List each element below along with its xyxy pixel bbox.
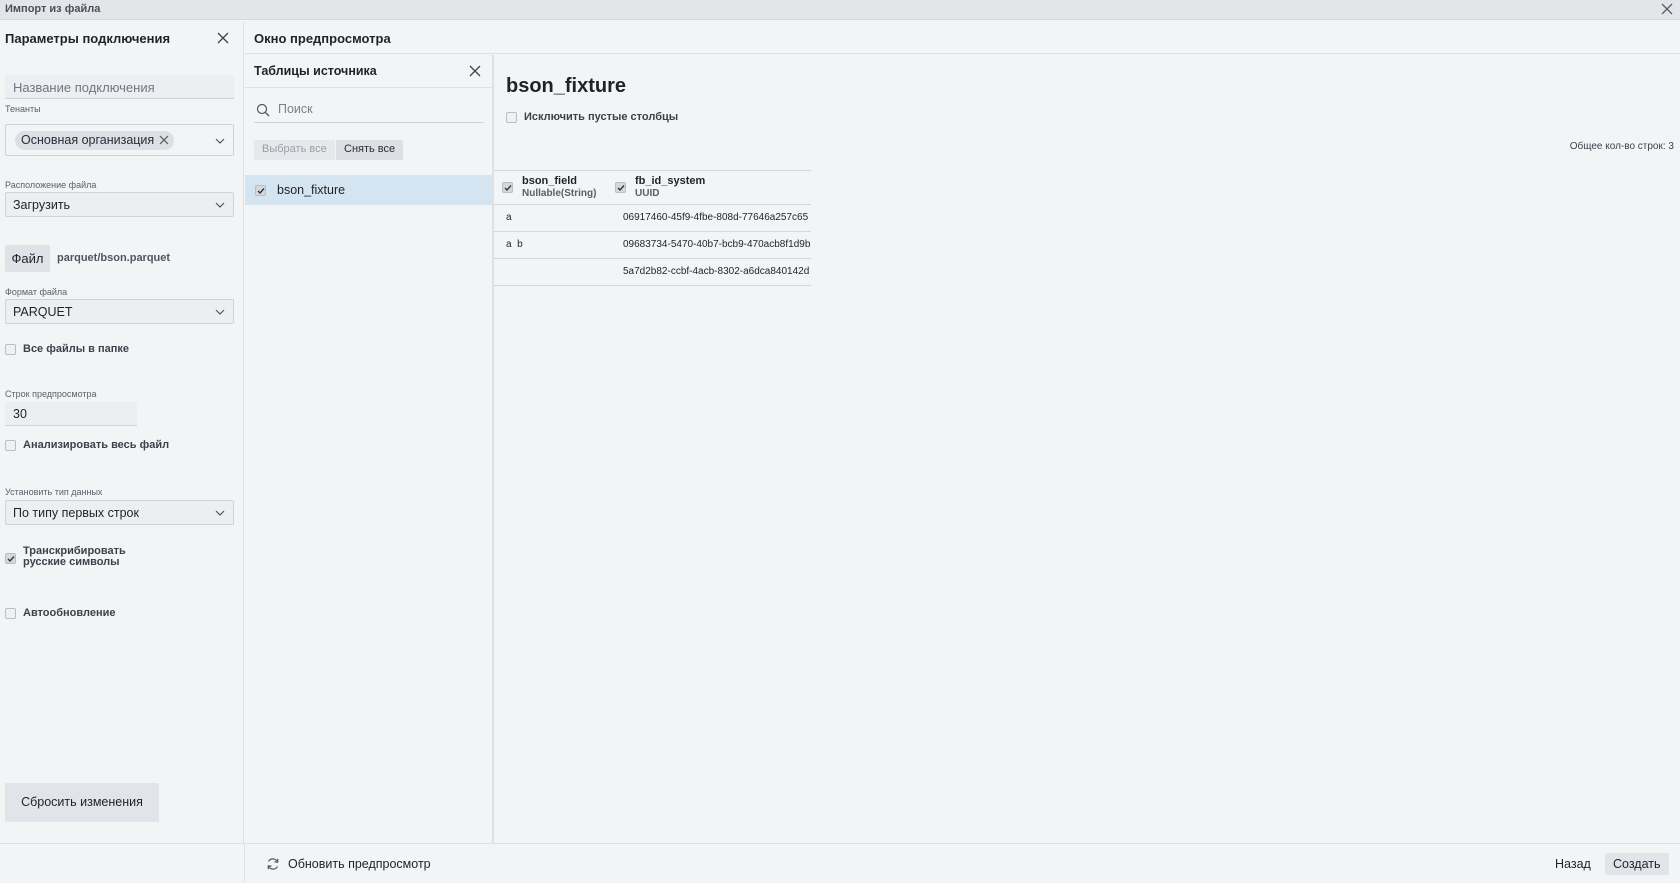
refresh-preview-button[interactable]: Обновить предпросмотр bbox=[267, 857, 431, 871]
file-format-select[interactable]: PARQUET bbox=[5, 299, 234, 324]
file-path: parquet/bson.parquet bbox=[57, 252, 171, 264]
back-button[interactable]: Назад bbox=[1547, 853, 1599, 875]
divider bbox=[245, 87, 493, 88]
table-cell: 06917460-45f9-4fbe-808d-77646a257c65 bbox=[607, 204, 811, 232]
list-item[interactable]: bson_fixture bbox=[245, 175, 492, 205]
table-cell: 09683734-5470-40b7-bcb9-470acb8f1d9b bbox=[607, 231, 811, 259]
preview-table: bson_field Nullable(String) fb_id_system… bbox=[494, 170, 811, 286]
autoupdate-checkbox[interactable] bbox=[5, 608, 16, 619]
chevron-down-icon bbox=[215, 309, 225, 315]
file-format-value: PARQUET bbox=[13, 305, 73, 319]
file-format-label: Формат файла bbox=[5, 287, 68, 297]
row-count: Общее кол-во строк: 3 bbox=[1569, 141, 1674, 152]
preview-header: Окно предпросмотра bbox=[245, 21, 1680, 54]
file-location-label: Расположение файла bbox=[5, 180, 97, 190]
transcribe-checkbox[interactable] bbox=[5, 553, 16, 564]
transcribe-label: Транскрибировать русские символы bbox=[23, 546, 126, 568]
data-type-value: По типу первых строк bbox=[13, 506, 139, 520]
deselect-all-button[interactable]: Снять все bbox=[336, 140, 404, 160]
exclude-empty-label: Исключить пустые столбцы bbox=[524, 111, 679, 123]
connection-name-input[interactable]: Название подключения bbox=[5, 75, 234, 99]
connection-panel-title: Параметры подключения bbox=[5, 31, 171, 46]
transcribe-label-line-2: русские символы bbox=[23, 556, 120, 568]
close-icon[interactable] bbox=[215, 30, 231, 46]
column-name: fb_id_system bbox=[635, 175, 706, 187]
tenant-chip: Основная организация bbox=[15, 131, 175, 150]
table-cell: 5a7d2b82-ccbf-4acb-8302-a6dca840142d bbox=[607, 258, 811, 286]
window-titlebar: Импорт из файла bbox=[0, 0, 1680, 20]
all-files-label: Все файлы в папке bbox=[23, 343, 130, 355]
chevron-down-icon bbox=[215, 138, 225, 144]
column-header: bson_field Nullable(String) bbox=[494, 170, 607, 205]
refresh-preview-label: Обновить предпросмотр bbox=[288, 857, 431, 871]
exclude-empty-checkbox[interactable] bbox=[506, 112, 517, 123]
preview-title: Окно предпросмотра bbox=[254, 31, 391, 46]
table-title: bson_fixture bbox=[506, 75, 627, 97]
all-files-checkbox[interactable] bbox=[5, 344, 16, 355]
chevron-down-icon bbox=[215, 202, 225, 208]
file-location-select[interactable]: Загрузить bbox=[5, 192, 234, 217]
autoupdate-label: Автообновление bbox=[23, 607, 116, 619]
window-title: Импорт из файла bbox=[5, 3, 101, 15]
preview-rows-input[interactable]: 30 bbox=[5, 402, 137, 426]
refresh-icon bbox=[267, 858, 279, 870]
footer-bar: Обновить предпросмотр Назад Создать bbox=[0, 843, 1680, 883]
table-item-label: bson_fixture bbox=[277, 183, 346, 197]
tenants-select[interactable]: Основная организация bbox=[5, 124, 234, 156]
analyze-file-checkbox[interactable] bbox=[5, 440, 16, 451]
close-window-icon[interactable] bbox=[1660, 2, 1674, 16]
column-name: bson_field bbox=[522, 175, 578, 187]
search-box bbox=[254, 97, 484, 123]
file-button[interactable]: Файл bbox=[5, 245, 50, 272]
check-icon bbox=[7, 556, 15, 563]
table-preview: bson_fixture Исключить пустые столбцы Об… bbox=[494, 55, 1680, 843]
search-input[interactable] bbox=[278, 100, 478, 118]
check-icon bbox=[257, 188, 265, 195]
column-type: Nullable(String) bbox=[522, 188, 597, 199]
select-all-button[interactable]: Выбрать все bbox=[254, 140, 335, 160]
column-header: fb_id_system UUID bbox=[607, 170, 811, 205]
check-icon bbox=[617, 185, 625, 192]
table-cell: a b bbox=[494, 231, 607, 259]
source-tables-title: Таблицы источника bbox=[254, 64, 377, 78]
chip-remove-icon[interactable] bbox=[159, 135, 169, 145]
column-type: UUID bbox=[635, 188, 660, 199]
tenant-chip-label: Основная организация bbox=[21, 133, 155, 147]
analyze-file-label: Анализировать весь файл bbox=[23, 439, 170, 451]
data-type-label: Установить тип данных bbox=[5, 487, 103, 497]
create-button[interactable]: Создать bbox=[1605, 853, 1669, 875]
table-item-checkbox[interactable] bbox=[255, 185, 266, 196]
table-cell: a bbox=[494, 204, 607, 232]
reset-changes-button[interactable]: Сбросить изменения bbox=[5, 783, 159, 822]
data-type-select[interactable]: По типу первых строк bbox=[5, 500, 234, 525]
table-row: a 06917460-45f9-4fbe-808d-77646a257c65 bbox=[494, 204, 811, 232]
check-icon bbox=[504, 185, 512, 192]
table-row: 5a7d2b82-ccbf-4acb-8302-a6dca840142d bbox=[494, 258, 811, 286]
tenants-label: Тенанты bbox=[5, 104, 41, 114]
source-tables-panel: Таблицы источника Выбрать все Снять все … bbox=[245, 55, 493, 843]
chevron-down-icon bbox=[215, 510, 225, 516]
connection-panel: Параметры подключения Название подключен… bbox=[0, 21, 244, 843]
close-icon[interactable] bbox=[467, 63, 483, 79]
column-checkbox[interactable] bbox=[615, 182, 626, 193]
table-cell bbox=[494, 258, 607, 286]
divider bbox=[244, 844, 245, 883]
table-row: a b 09683734-5470-40b7-bcb9-470acb8f1d9b bbox=[494, 231, 811, 259]
file-location-value: Загрузить bbox=[13, 198, 71, 212]
preview-rows-label: Строк предпросмотра bbox=[5, 389, 97, 399]
search-icon bbox=[256, 103, 270, 117]
column-checkbox[interactable] bbox=[502, 182, 513, 193]
